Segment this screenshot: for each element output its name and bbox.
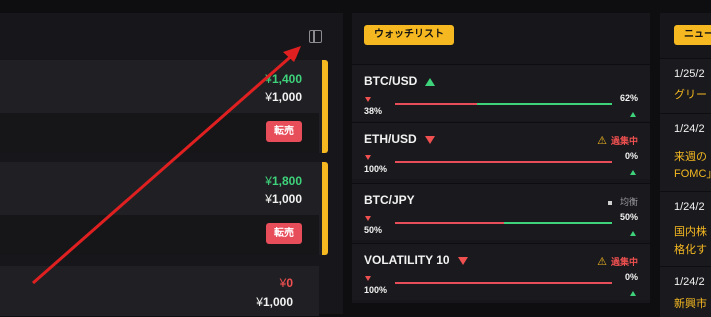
- watchlist-row[interactable]: ETH/USD ⚠ 過集中 100% 0%: [352, 122, 650, 179]
- ratio-bar: [395, 161, 612, 163]
- sell-ratio: [395, 161, 612, 163]
- sell-percent: 100%: [364, 164, 388, 174]
- pair-name: BTC/JPY: [364, 193, 415, 207]
- news-item[interactable]: 1/24/2 新興市: [660, 266, 711, 317]
- news-headline: 国内株: [674, 226, 707, 238]
- sell-side-icon: [365, 97, 371, 102]
- position-card[interactable]: ¥1,800 ¥1,000 転売: [0, 162, 328, 255]
- sell-ratio: [395, 222, 504, 224]
- news-date: 1/24/2: [674, 276, 705, 288]
- watchlist-tab[interactable]: ウォッチリスト: [364, 25, 454, 45]
- position-card[interactable]: ¥1,400 ¥1,000 転売: [0, 60, 328, 153]
- buy-side-icon: [630, 170, 636, 175]
- status-badge: ⚠ 過集中: [597, 256, 638, 268]
- news-headline: 格化す: [674, 244, 707, 256]
- resell-button[interactable]: 転売: [266, 223, 302, 244]
- news-headline: FOMC」: [674, 168, 711, 180]
- watchlist-panel: ウォッチリスト BTC/USD 38% 62% ETH/USD ⚠ 過集中 100…: [352, 13, 650, 303]
- news-item[interactable]: 1/25/2 グリー: [660, 58, 711, 113]
- buy-ratio: [503, 222, 612, 224]
- sell-side-icon: [365, 155, 371, 160]
- current-value: ¥1,800: [265, 174, 302, 188]
- news-item[interactable]: 1/24/2 来週の FOMC」: [660, 113, 711, 191]
- buy-side-icon: [630, 231, 636, 236]
- watchlist-row[interactable]: BTC/USD 38% 62%: [352, 64, 650, 121]
- resell-button[interactable]: 転売: [266, 121, 302, 142]
- buy-side-icon: [630, 112, 636, 117]
- news-panel: ニュー 1/25/2 グリー 1/24/2 来週の FOMC」 1/24/2 国…: [660, 13, 711, 317]
- ratio-bar: [395, 222, 612, 224]
- trend-down-icon: [457, 256, 468, 265]
- warning-triangle-icon: ⚠: [597, 135, 607, 147]
- sell-side-icon: [365, 216, 371, 221]
- buy-percent: 0%: [624, 151, 638, 161]
- news-headline: 新興市: [674, 298, 707, 310]
- ratio-bar: [395, 103, 612, 105]
- news-date: 1/24/2: [674, 201, 705, 213]
- neutral-dot-icon: [607, 200, 612, 205]
- trend-up-icon: [425, 77, 436, 86]
- news-date: 1/25/2: [674, 68, 705, 80]
- pair-name: BTC/USD: [364, 74, 436, 88]
- sell-ratio: [395, 282, 612, 284]
- position-card[interactable]: ¥0 ¥1,000: [0, 266, 319, 316]
- sell-ratio: [395, 103, 478, 105]
- watchlist-row[interactable]: BTC/JPY 均衡 50% 50%: [352, 183, 650, 240]
- sell-percent: 50%: [364, 225, 383, 235]
- sell-percent: 100%: [364, 285, 388, 295]
- watchlist-row[interactable]: VOLATILITY 10 ⚠ 過集中 100% 0%: [352, 243, 650, 300]
- base-value: ¥1,000: [265, 192, 302, 206]
- base-value: ¥1,000: [265, 90, 302, 104]
- news-tab[interactable]: ニュー: [674, 25, 711, 45]
- positions-panel: ¥1,400 ¥1,000 転売 ¥1,800 ¥1,000 転売 ¥0 ¥1,…: [0, 13, 343, 316]
- news-headline: 来週の: [674, 151, 707, 163]
- pair-name: ETH/USD: [364, 132, 435, 146]
- trend-down-icon: [424, 135, 435, 144]
- buy-ratio: [477, 103, 612, 105]
- news-date: 1/24/2: [674, 123, 705, 135]
- news-headline: グリー: [674, 89, 707, 101]
- pair-name: VOLATILITY 10: [364, 253, 468, 267]
- buy-percent: 62%: [619, 93, 638, 103]
- buy-percent: 0%: [624, 272, 638, 282]
- warning-triangle-icon: ⚠: [597, 256, 607, 268]
- buy-side-icon: [630, 291, 636, 296]
- accent-bar: [322, 162, 328, 255]
- status-badge: ⚠ 過集中: [597, 135, 638, 147]
- status-badge: 均衡: [607, 195, 638, 208]
- base-value: ¥1,000: [256, 295, 293, 309]
- ratio-bar: [395, 282, 612, 284]
- current-value: ¥0: [279, 276, 293, 290]
- news-item[interactable]: 1/24/2 国内株 格化す: [660, 191, 711, 266]
- accent-bar: [322, 60, 328, 153]
- sell-side-icon: [365, 276, 371, 281]
- buy-percent: 50%: [619, 212, 638, 222]
- current-value: ¥1,400: [265, 72, 302, 86]
- sell-percent: 38%: [364, 106, 383, 116]
- sidebar-toggle-icon[interactable]: [309, 30, 322, 43]
